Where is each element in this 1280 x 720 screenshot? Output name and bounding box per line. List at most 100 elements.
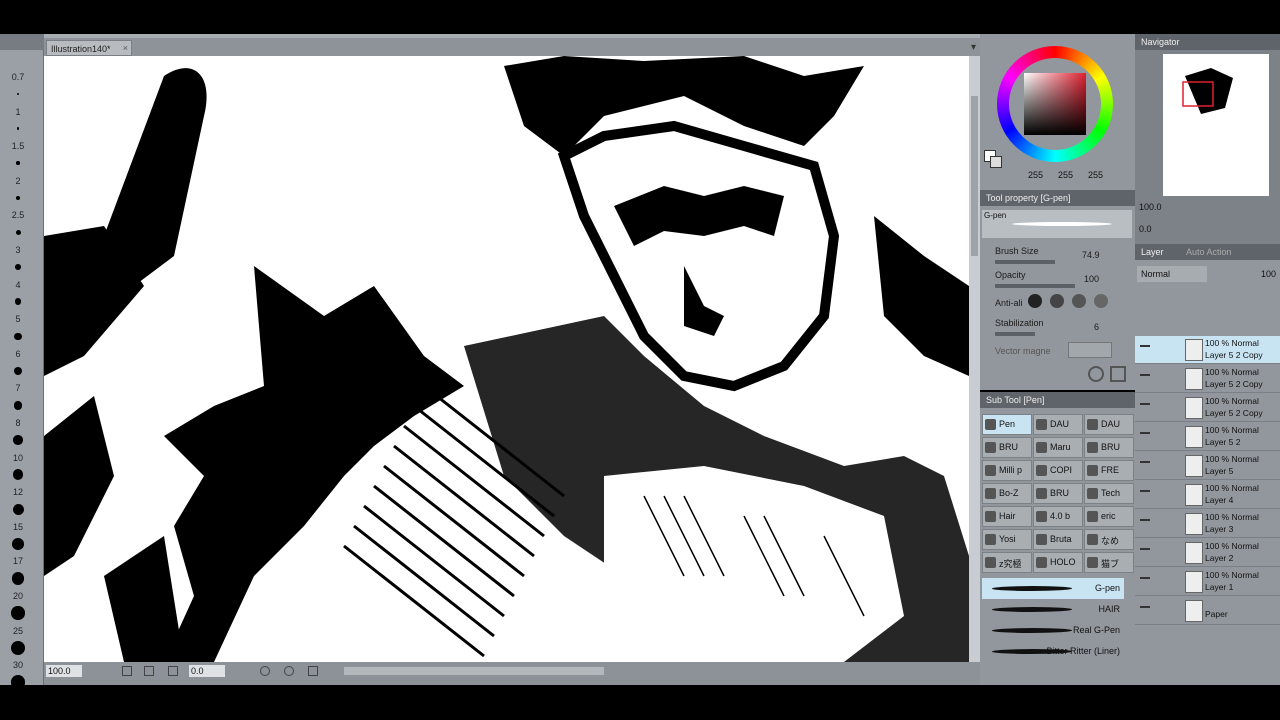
zoom-field[interactable]: 100.0 [46, 665, 82, 677]
zoom-out-icon[interactable] [122, 666, 132, 676]
drawing-canvas[interactable] [44, 56, 969, 662]
sub-tool-brush-button[interactable]: Pen [982, 414, 1032, 435]
sub-tool-brush-button[interactable]: COPI [1033, 460, 1083, 481]
sub-tool-brush-button[interactable]: Tech [1084, 483, 1134, 504]
stabilization-slider[interactable] [995, 332, 1035, 336]
fit-icon[interactable] [168, 666, 178, 676]
antialias-weak-icon[interactable] [1050, 294, 1064, 308]
gear-icon[interactable] [1088, 366, 1104, 382]
sub-tool-brush-button[interactable]: Maru [1033, 437, 1083, 458]
sub-tool-brush-button[interactable]: Bo-Z [982, 483, 1032, 504]
sub-tool-brush-button[interactable]: eric [1084, 506, 1134, 527]
antialias-medium-icon[interactable] [1072, 294, 1086, 308]
sub-tool-brush-button[interactable]: Milli p [982, 460, 1032, 481]
brush-size-option[interactable]: 4 [0, 280, 44, 305]
brush-size-option[interactable]: 30 [0, 660, 44, 690]
eye-icon[interactable] [1140, 403, 1150, 411]
navigator-rotation[interactable]: 0.0 [1139, 224, 1152, 234]
brush-size-option[interactable]: 5 [0, 314, 44, 340]
layer-row[interactable]: 100 % Normal Layer 3 [1135, 510, 1280, 538]
antialias-strong-icon[interactable] [1094, 294, 1108, 308]
brush-size-option[interactable]: 6 [0, 349, 44, 375]
vector-magnet-control[interactable] [1068, 342, 1112, 358]
sub-tool-brush-button[interactable]: BRU [1033, 483, 1083, 504]
sub-tool-brush-button[interactable]: Hair [982, 506, 1032, 527]
sub-tool-brush-button[interactable]: なめ [1084, 529, 1134, 550]
layer-row[interactable]: 100 % Normal Layer 5 2 Copy [1135, 394, 1280, 422]
canvas-horizontal-scrollbar[interactable] [344, 667, 604, 675]
layer-tab[interactable]: Layer [1141, 247, 1164, 257]
zoom-in-icon[interactable] [144, 666, 154, 676]
sub-tool-brush-button[interactable]: Yosi [982, 529, 1032, 550]
eye-icon[interactable] [1140, 432, 1150, 440]
sub-color-swatch[interactable] [990, 156, 1002, 168]
eye-icon[interactable] [1140, 345, 1150, 353]
sub-tool-brush-button[interactable]: DAU [1033, 414, 1083, 435]
layer-row[interactable]: 100 % Normal Layer 5 2 Copy [1135, 336, 1280, 364]
sub-tool-brush-button[interactable]: Bruta [1033, 529, 1083, 550]
color-wheel[interactable] [997, 46, 1113, 162]
eye-icon[interactable] [1140, 490, 1150, 498]
brush-size-value[interactable]: 74.9 [1082, 250, 1100, 260]
brush-preset-item[interactable]: Bitter Ritter (Liner) [982, 641, 1124, 662]
reset-rotation-icon[interactable] [308, 666, 318, 676]
sub-tool-brush-button[interactable]: HOLO [1033, 552, 1083, 573]
opacity-value[interactable]: 100 [1084, 274, 1099, 284]
navigator-preview[interactable] [1163, 54, 1269, 196]
eye-icon[interactable] [1140, 374, 1150, 382]
canvas-vertical-scrollbar[interactable] [969, 56, 980, 662]
layer-row[interactable]: 100 % Normal Layer 5 2 [1135, 423, 1280, 451]
brush-size-option[interactable]: 15 [0, 522, 44, 550]
brush-size-option[interactable]: 3 [0, 245, 44, 270]
brush-size-option[interactable]: 12 [0, 487, 44, 515]
eye-icon[interactable] [1140, 461, 1150, 469]
layer-row[interactable]: 100 % Normal Layer 5 2 Copy [1135, 365, 1280, 393]
layer-row[interactable]: Paper [1135, 597, 1280, 625]
sub-tool-brush-button[interactable]: DAU [1084, 414, 1134, 435]
brush-size-option[interactable]: 0.7 [0, 72, 44, 95]
eye-icon[interactable] [1140, 577, 1150, 585]
layer-row[interactable]: 100 % Normal Layer 5 [1135, 452, 1280, 480]
brush-preset-item[interactable]: HAIR [982, 599, 1124, 620]
auto-action-tab[interactable]: Auto Action [1186, 247, 1232, 257]
brush-preset-item[interactable]: Real G-Pen [982, 620, 1124, 641]
blend-mode-select[interactable]: Normal [1137, 266, 1207, 282]
document-tab[interactable]: Illustration140* × [46, 40, 132, 56]
brush-size-option[interactable]: 7 [0, 383, 44, 410]
layer-row[interactable]: 100 % Normal Layer 1 [1135, 568, 1280, 596]
antialias-none-icon[interactable] [1028, 294, 1042, 308]
eye-icon[interactable] [1140, 606, 1150, 614]
rotate-right-icon[interactable] [284, 666, 294, 676]
brush-size-option[interactable]: 20 [0, 591, 44, 620]
eye-icon[interactable] [1140, 519, 1150, 527]
sub-tool-brush-button[interactable]: z究極 [982, 552, 1032, 573]
brush-size-slider[interactable] [995, 260, 1055, 264]
sub-tool-brush-button[interactable]: 4.0 b [1033, 506, 1083, 527]
brush-size-option[interactable]: 2 [0, 176, 44, 200]
saturation-value-square[interactable] [1024, 73, 1086, 135]
rotation-field[interactable]: 0.0 [189, 665, 225, 677]
sub-tool-brush-button[interactable]: FRE [1084, 460, 1134, 481]
sub-tool-brush-button[interactable]: BRU [1084, 437, 1134, 458]
brush-preset-item[interactable]: G-pen [982, 578, 1124, 599]
brush-size-option[interactable]: 25 [0, 626, 44, 655]
brush-size-option[interactable]: 1 [0, 107, 44, 130]
close-icon[interactable]: × [123, 43, 128, 53]
rotate-left-icon[interactable] [260, 666, 270, 676]
brush-size-option[interactable]: 2.5 [0, 210, 44, 235]
brush-size-option[interactable]: 17 [0, 556, 44, 585]
brush-size-option[interactable]: 10 [0, 453, 44, 480]
brush-size-option[interactable]: 1.5 [0, 141, 44, 165]
sub-tool-brush-button[interactable]: BRU [982, 437, 1032, 458]
chevron-down-icon[interactable]: ▾ [971, 42, 976, 53]
layer-row[interactable]: 100 % Normal Layer 4 [1135, 481, 1280, 509]
brush-size-option[interactable]: 8 [0, 418, 44, 445]
eye-icon[interactable] [1140, 548, 1150, 556]
navigator-zoom[interactable]: 100.0 [1139, 202, 1162, 212]
sub-tool-brush-button[interactable]: 猫ブ [1084, 552, 1134, 573]
layer-row[interactable]: 100 % Normal Layer 2 [1135, 539, 1280, 567]
stabilization-value[interactable]: 6 [1094, 322, 1099, 332]
opacity-slider[interactable] [995, 284, 1075, 288]
wrench-icon[interactable] [1110, 366, 1126, 382]
scroll-thumb[interactable] [971, 96, 978, 256]
